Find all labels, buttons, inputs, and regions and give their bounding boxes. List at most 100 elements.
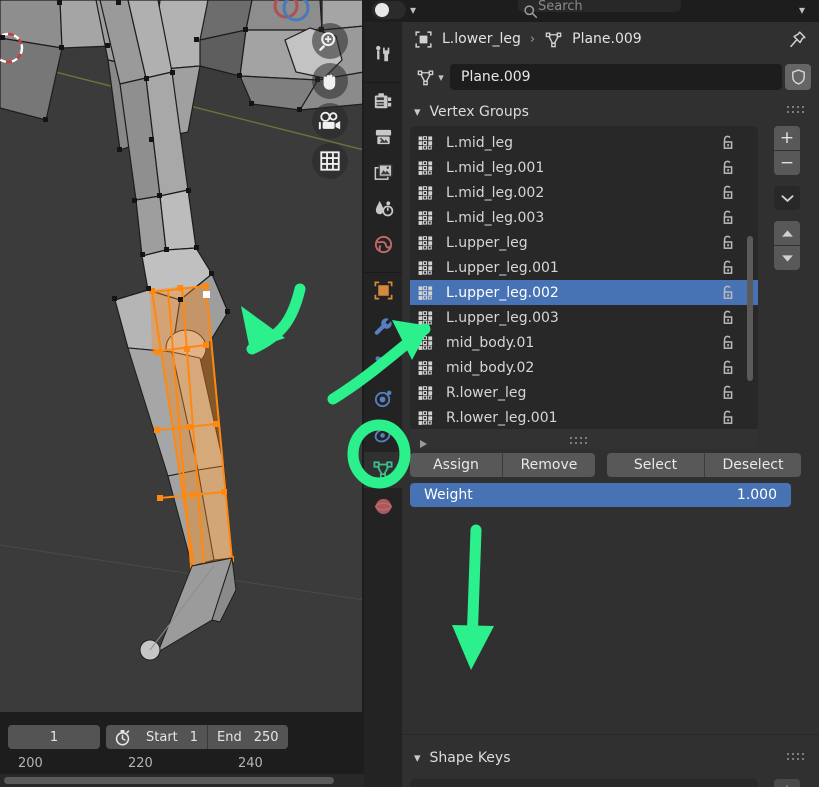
vertex-group-specials-button[interactable] [774,186,800,210]
cone-droplet-icon [375,200,393,216]
deselect-button[interactable]: Deselect [704,453,801,477]
camera-gizmo[interactable] [312,103,348,139]
move-vertex-group-down-button[interactable] [774,246,800,270]
unlocked-padlock-icon[interactable] [721,235,735,254]
vertex-group-row[interactable]: L.mid_leg.003 [410,205,758,230]
vertex-group-row[interactable]: L.mid_leg.001 [410,155,758,180]
chevron-down-icon[interactable]: ▾ [799,3,805,17]
end-frame-field[interactable]: End 250 [207,725,288,749]
sidebar-item-view-layer[interactable] [364,154,402,190]
sidebar-item-scene[interactable] [364,190,402,226]
magnifier-icon [524,5,538,19]
vertex-group-icon [418,285,440,300]
datablock-name-field[interactable]: Plane.009 [450,64,782,90]
3d-viewport[interactable] [0,0,364,712]
sidebar-item-modifiers[interactable] [364,308,402,344]
timeline-scrollbar[interactable] [0,774,364,787]
fake-user-shield-icon[interactable] [785,64,811,90]
sidebar-item-output[interactable] [364,118,402,154]
sidebar-item-particles[interactable] [364,344,402,380]
vertex-group-label: mid_body.01 [446,334,535,351]
shape-keys-list[interactable] [410,779,758,787]
shape-keys-header[interactable]: ▾ Shape Keys [402,745,819,771]
vertex-group-row[interactable]: R.lower_leg.001 [410,405,758,430]
unlocked-padlock-icon[interactable] [721,310,735,329]
sidebar-item-object-constraints[interactable] [364,416,402,452]
viewport-scene [0,0,364,712]
weight-slider[interactable]: Weight 1.000 [410,483,791,507]
vertex-group-row[interactable]: L.mid_leg.002 [410,180,758,205]
vertex-groups-list[interactable]: L.mid_leg L.mid_leg.001 L.mid_leg.002 L.mid… [410,126,758,449]
vertex-group-row[interactable]: mid_body.02 [410,355,758,380]
unlocked-padlock-icon[interactable] [721,410,735,429]
object-data-icon [415,30,432,48]
vertex-group-row[interactable]: mid_body.01 [410,330,758,355]
sidebar-item-object[interactable] [364,272,402,308]
stopwatch-icon[interactable] [106,729,137,746]
unlocked-padlock-icon[interactable] [721,185,735,204]
add-shape-key-button[interactable]: + [774,779,800,787]
unlocked-padlock-icon[interactable] [721,210,735,229]
properties-editor: ▾ Search ▾ L.lower_leg › Plane.009 ▾ Pla… [364,0,819,787]
drag-grip-icon[interactable] [787,753,805,761]
vertex-group-row[interactable]: L.upper_leg.003 [410,305,758,330]
list-resize-grip-icon[interactable] [570,437,588,445]
remove-button[interactable]: Remove [502,453,595,477]
timeline-editor[interactable]: 1 Start 1 End 250 200 220 240 [0,712,364,787]
unlocked-padlock-icon[interactable] [721,360,735,379]
vertex-group-row[interactable]: L.upper_leg [410,230,758,255]
editor-type-toggle[interactable] [372,1,406,19]
start-value: 1 [189,729,199,745]
list-footer [410,429,758,449]
pin-icon[interactable] [788,30,807,53]
zoom-gizmo[interactable] [312,23,348,59]
start-label: Start [146,729,178,745]
sidebar-item-physics[interactable] [364,380,402,416]
vertex-group-label: L.mid_leg.001 [446,159,545,176]
wrench-screwdriver-icon [376,45,390,62]
unlocked-padlock-icon[interactable] [721,285,735,304]
grid-gizmo[interactable] [312,143,348,179]
vertex-group-row[interactable]: R.lower_leg [410,380,758,405]
search-input[interactable]: Search [518,0,681,19]
add-vertex-group-button[interactable]: + [774,126,800,150]
list-scrollbar[interactable] [747,236,753,381]
assign-remove-group: Assign Remove [410,453,595,477]
drag-grip-icon[interactable] [787,106,805,114]
sidebar-item-render[interactable] [364,82,402,118]
pan-gizmo[interactable] [312,63,348,99]
vertex-group-row[interactable]: L.mid_leg [410,130,758,155]
move-vertex-group-up-button[interactable] [774,221,800,245]
breadcrumb-object-name[interactable]: L.lower_leg [442,31,521,47]
breadcrumb-mesh-name[interactable]: Plane.009 [572,31,642,47]
sidebar-item-world[interactable] [364,226,402,262]
vertex-group-label: R.lower_leg [446,384,527,401]
vertex-group-icon [418,185,440,200]
timeline-ruler[interactable]: 200 220 240 [0,754,364,776]
unlocked-padlock-icon[interactable] [721,335,735,354]
sidebar-item-material[interactable] [364,488,402,524]
remove-vertex-group-button[interactable]: − [774,151,800,175]
unlocked-padlock-icon[interactable] [721,385,735,404]
sidebar-item-tool[interactable] [364,36,402,72]
datablock-type-button[interactable]: ▾ [410,64,450,90]
unlocked-padlock-icon[interactable] [721,160,735,179]
blender-window: 1 Start 1 End 250 200 220 240 ▾ Search ▾… [0,0,819,787]
triangle-right-icon[interactable] [419,434,428,449]
start-frame-field[interactable]: Start 1 [137,725,207,749]
sidebar-item-object-data[interactable] [364,452,402,488]
printer-icon [375,129,391,144]
vertex-group-row-selected[interactable]: L.upper_leg.002 [410,280,758,305]
constraint-icon [374,427,390,442]
vertex-group-row[interactable]: L.upper_leg.001 [410,255,758,280]
mesh-data-icon [417,69,434,85]
current-frame-field[interactable]: 1 [8,725,100,749]
assign-button[interactable]: Assign [410,453,502,477]
datablock-selector: ▾ Plane.009 [410,64,811,90]
vertex-groups-header[interactable]: ▾ Vertex Groups [402,98,819,126]
select-button[interactable]: Select [607,453,704,477]
unlocked-padlock-icon[interactable] [721,135,735,154]
unlocked-padlock-icon[interactable] [721,260,735,279]
vertex-group-label: L.upper_leg.002 [446,284,559,301]
chevron-down-icon[interactable]: ▾ [410,3,416,17]
